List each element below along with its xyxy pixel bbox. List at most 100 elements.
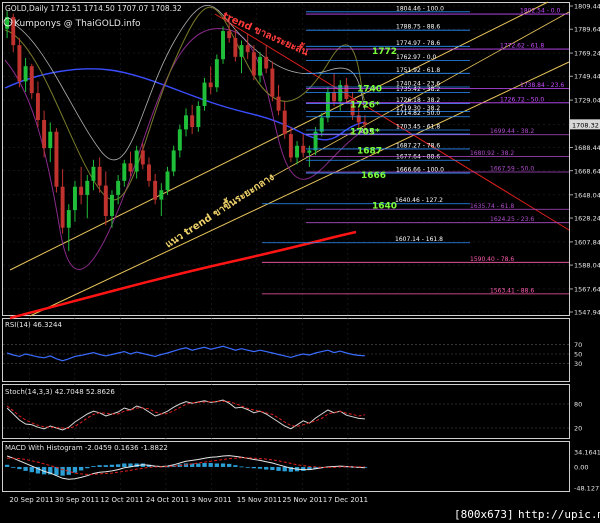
macd-histogram-bar	[214, 463, 220, 467]
candle-body	[208, 82, 213, 88]
candle-body	[153, 180, 158, 200]
macd-histogram-bar	[227, 463, 232, 467]
fib-right-label: 1635.74 - 61.8	[470, 203, 514, 210]
macd-histogram-bar	[245, 466, 250, 468]
rsi-line	[6, 345, 365, 362]
candle-body	[48, 131, 53, 149]
rsi-panel-frame	[2, 318, 570, 382]
macd-histogram-bar	[301, 466, 306, 471]
stoch-d-line	[6, 400, 365, 429]
fib-label: 1714.82 - 50.0	[396, 110, 440, 117]
fib-right-label: 1802.54 - 0.0	[520, 8, 561, 15]
price-tick-label: 1588.04	[574, 262, 600, 270]
time-tick-label: 15 Nov 2011	[237, 496, 282, 504]
key-level-label: 1740	[357, 84, 382, 94]
macd-histogram-bar	[264, 466, 269, 470]
macd-histogram-bar	[251, 466, 257, 469]
candle-body	[227, 31, 232, 39]
candle-body	[245, 45, 250, 53]
ma-200-line	[9, 230, 357, 320]
fib-right-label: 1563.41 - 88.6	[490, 287, 534, 294]
candle-body	[42, 120, 47, 149]
price-tick-label: 1809.44	[574, 3, 600, 11]
footer-url[interactable]: http://upic.me/	[518, 508, 600, 521]
watermark: Kumponys @ ThaiGOLD.info	[14, 19, 141, 29]
candle-body	[54, 131, 59, 187]
candle-body	[221, 31, 225, 60]
candle-body	[72, 186, 77, 211]
footer-size-tag: [800x673]	[454, 508, 514, 521]
chart-stage: 1804.46 - 100.0 1788.75 - 88.6 1774.97 - 7…	[0, 0, 600, 523]
candle-body	[97, 166, 102, 186]
candle-body	[325, 91, 330, 118]
chart-svg: 1804.46 - 100.0 1788.75 - 88.6 1774.97 - 7…	[2, 1, 600, 523]
macd-histogram-bar	[233, 465, 238, 467]
candle-body	[177, 129, 182, 151]
fib-label: 1735.42 - 38.2	[396, 86, 440, 93]
candle-body	[270, 68, 275, 97]
macd-histogram-bar	[115, 464, 121, 467]
fib-label: 1804.46 - 100.0	[396, 5, 444, 12]
macd-histogram-bar	[257, 466, 263, 469]
time-tick-label: 12 Oct 2011	[100, 496, 143, 504]
rsi-tick-label: 50	[574, 351, 582, 359]
fib-right-label: 1680.92 - 38.2	[470, 150, 514, 157]
macd-title: MACD With Histogram -2.0459 0.1636 -1.88…	[5, 444, 168, 452]
time-tick-label: 20 Sep 2011	[9, 496, 53, 504]
fib-label: 1687.27 - 78.6	[396, 142, 440, 149]
key-level-label: 1703*	[350, 128, 380, 138]
fib-right-label: 1772.62 - 61.8	[500, 43, 544, 50]
candle-body	[165, 171, 170, 191]
macd-histogram-bar	[29, 466, 34, 473]
macd-histogram-bar	[282, 466, 287, 472]
candle-body	[23, 66, 28, 82]
grid	[3, 3, 569, 491]
macd-histogram-bar	[78, 466, 84, 471]
candle-body	[17, 45, 22, 82]
last-price-label: 1708.32	[572, 121, 599, 129]
fib-right-label: 1738.84 - 23.6	[520, 82, 564, 89]
price-tick-label: 1729.04	[574, 97, 600, 105]
rsi-tick-label: 30	[574, 360, 582, 368]
macd-histogram-bar	[103, 465, 108, 467]
key-level-label: 1726*	[350, 101, 380, 111]
time-tick-label: 30 Sep 2011	[55, 496, 99, 504]
candle-body	[282, 110, 287, 135]
macd-histogram-bar	[4, 464, 10, 467]
price-tick-label: 1789.64	[574, 26, 600, 34]
candle-body	[171, 150, 176, 172]
stoch-k-line	[6, 399, 365, 431]
candle-body	[202, 82, 207, 106]
candle-body	[258, 56, 263, 76]
candle-body	[79, 186, 84, 195]
stoch-tick-label: 20	[574, 425, 582, 433]
fib-right-label: 1699.44 - 38.2	[490, 128, 534, 135]
stoch-title: Stoch(14,3,3) 42.7048 52.8626	[5, 388, 115, 396]
macd-histogram-bar	[202, 463, 207, 467]
indicators: 70 5030 80 20 34.1641 0.00 -48.1271	[3, 341, 600, 493]
fib-label: 1666.66 - 100.0	[396, 167, 444, 174]
candle-body	[122, 163, 127, 181]
candle-body	[332, 91, 337, 102]
candle-body	[362, 122, 367, 125]
macd-histogram-bar	[270, 466, 275, 471]
macd-histogram-bar	[109, 464, 115, 467]
macd-tick-label: -48.1271	[574, 485, 600, 493]
candle-body	[91, 166, 96, 181]
candle-body	[116, 180, 121, 195]
fib-label: 1607.14 - 161.8	[395, 236, 443, 243]
candle-body	[109, 194, 114, 216]
macd-tick-label: 0.00	[574, 463, 588, 471]
price-tick-label: 1769.24	[574, 50, 600, 58]
key-levels: 1772 1740 1726* 1703* 1687 1666 1640	[350, 47, 397, 211]
candle-body	[295, 145, 300, 158]
key-level-label: 1666	[361, 171, 386, 181]
macd-histogram-bar	[97, 465, 102, 467]
key-level-label: 1772	[372, 47, 397, 57]
price-tick-label: 1567.64	[574, 285, 600, 293]
key-level-label: 1687	[357, 146, 382, 156]
rsi-title: RSI(14) 46.3244	[5, 321, 62, 329]
candle-body	[276, 96, 281, 111]
candle-body	[140, 150, 145, 165]
price-tick-label: 1607.84	[574, 238, 600, 246]
